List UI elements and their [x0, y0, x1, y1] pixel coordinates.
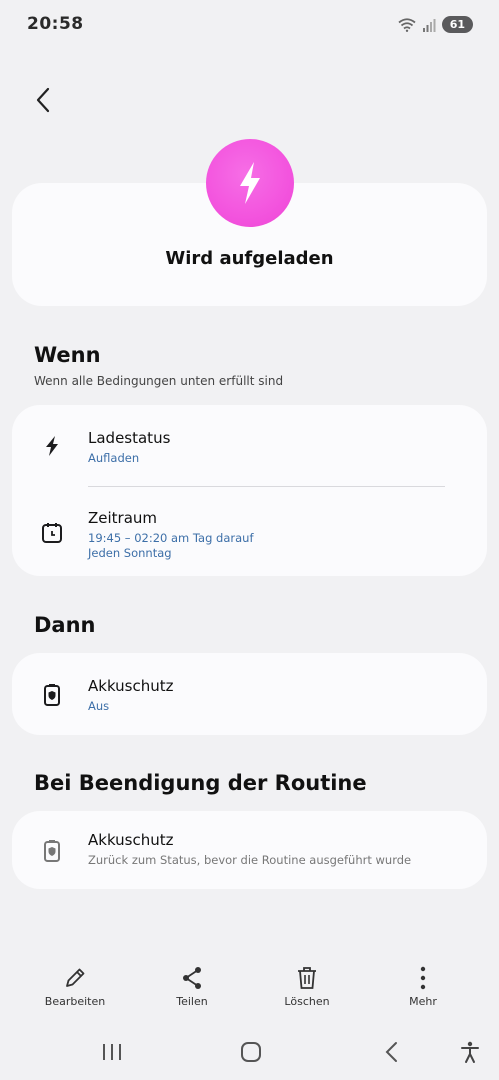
more-label: Mehr [409, 995, 437, 1008]
bottom-action-bar: Bearbeiten Teilen Löschen Mehr [0, 960, 499, 1020]
more-vertical-icon [420, 966, 426, 990]
recent-apps-icon[interactable] [100, 1040, 124, 1064]
share-label: Teilen [176, 995, 208, 1008]
delete-label: Löschen [284, 995, 330, 1008]
signal-icon [422, 18, 436, 32]
condition-row-charging[interactable]: Ladestatus Aufladen [12, 405, 487, 485]
battery-indicator: 61 [441, 16, 473, 33]
wenn-section-title: Wenn [34, 343, 101, 367]
routine-icon[interactable] [206, 139, 294, 227]
back-button[interactable] [28, 84, 60, 116]
wifi-icon [398, 17, 416, 32]
conditions-card: Ladestatus Aufladen Zeitraum 19:45 – 02:… [12, 405, 487, 576]
condition-value: Aufladen [88, 451, 140, 465]
chevron-left-icon [36, 87, 50, 113]
status-icons: 61 [398, 16, 473, 33]
home-icon[interactable] [239, 1040, 263, 1064]
edit-label: Bearbeiten [44, 995, 106, 1008]
bolt-icon [240, 162, 260, 204]
nav-back-icon[interactable] [380, 1040, 404, 1064]
system-nav-bar [0, 1030, 499, 1074]
end-action-value: Zurück zum Status, bevor die Routine aus… [88, 853, 412, 867]
condition-value-repeat: Jeden Sonntag [88, 546, 172, 560]
wenn-section-subtitle: Wenn alle Bedingungen unten erfüllt sind [34, 374, 284, 388]
more-button[interactable]: Mehr [378, 960, 468, 1008]
end-action-row-battery-protection[interactable]: Akkuschutz Zurück zum Status, bevor die … [12, 811, 487, 889]
share-icon [183, 967, 201, 989]
accessibility-icon[interactable] [458, 1040, 482, 1064]
routine-title[interactable]: Wird aufgeladen [0, 248, 499, 269]
condition-row-time[interactable]: Zeitraum 19:45 – 02:20 am Tag darauf Jed… [12, 487, 487, 576]
calendar-clock-icon [42, 523, 62, 543]
delete-button[interactable]: Löschen [262, 960, 352, 1008]
condition-title: Ladestatus [88, 429, 171, 447]
pencil-icon [66, 968, 85, 987]
share-button[interactable]: Teilen [147, 960, 237, 1008]
bolt-icon [46, 436, 58, 456]
action-value: Aus [88, 699, 110, 713]
action-title: Akkuschutz [88, 677, 174, 695]
end-actions-card: Akkuschutz Zurück zum Status, bevor die … [12, 811, 487, 889]
trash-icon [298, 967, 316, 989]
end-action-title: Akkuschutz [88, 831, 174, 849]
status-time: 20:58 [27, 14, 84, 34]
action-row-battery-protection[interactable]: Akkuschutz Aus [12, 653, 487, 735]
dann-section-title: Dann [34, 613, 96, 637]
condition-title: Zeitraum [88, 509, 158, 527]
actions-card: Akkuschutz Aus [12, 653, 487, 735]
status-bar: 20:58 61 [0, 0, 499, 50]
edit-button[interactable]: Bearbeiten [30, 960, 120, 1008]
ende-section-title: Bei Beendigung der Routine [34, 771, 367, 795]
battery-shield-icon [44, 840, 60, 862]
condition-value-time: 19:45 – 02:20 am Tag darauf [88, 531, 254, 545]
battery-shield-icon [44, 684, 60, 706]
